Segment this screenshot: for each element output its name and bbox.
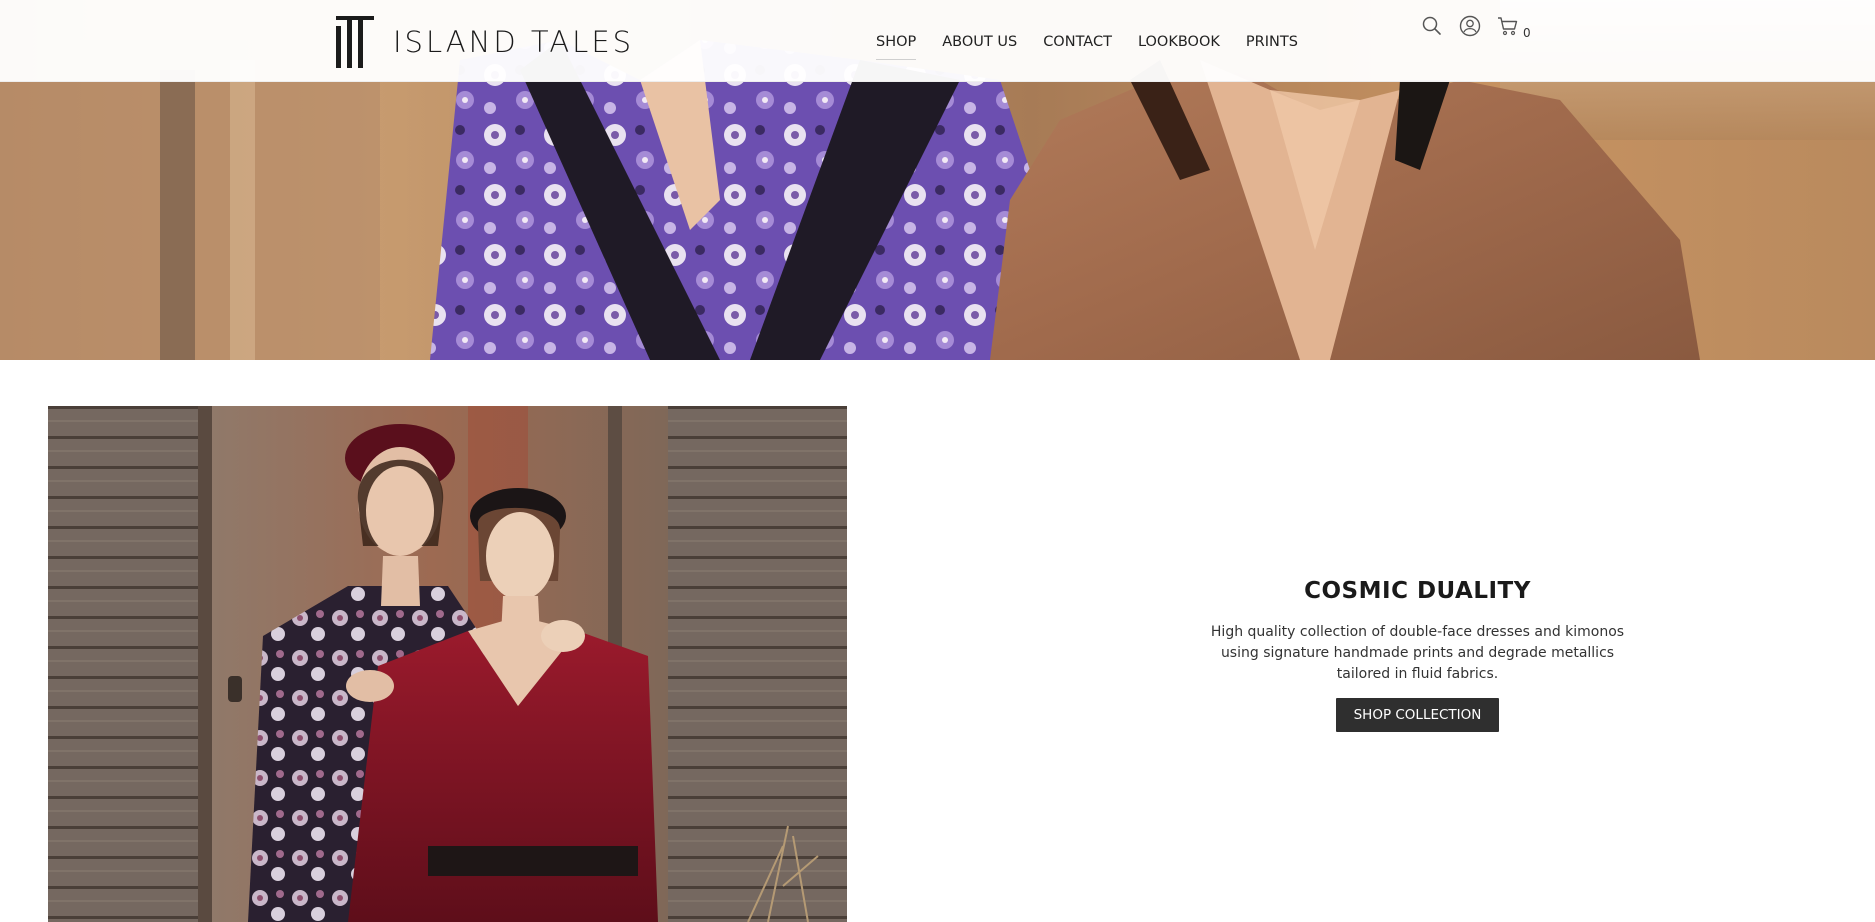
main-nav: SHOP ABOUT US CONTACT LOOKBOOK PRINTS — [876, 34, 1324, 60]
brand-logo[interactable]: ISLAND TALES — [336, 16, 634, 68]
cart-button[interactable]: 0 — [1496, 14, 1531, 40]
nav-item-shop[interactable]: SHOP — [876, 34, 917, 60]
collection-description-line: using signature handmade prints and degr… — [1220, 645, 1615, 661]
collection-description-line: High quality collection of double-face d… — [1210, 624, 1625, 640]
cart-icon — [1498, 17, 1518, 36]
user-icon[interactable] — [1458, 14, 1482, 38]
brand-name: ISLAND TALES — [393, 25, 635, 59]
collection-description-line: tailored in fluid fabrics. — [1336, 666, 1499, 682]
collection-title: COSMIC DUALITY — [1304, 578, 1531, 604]
shop-collection-button[interactable]: SHOP COLLECTION — [1335, 698, 1500, 732]
collection-photo — [48, 406, 847, 922]
nav-item-lookbook[interactable]: LOOKBOOK — [1138, 34, 1220, 60]
nav-item-contact[interactable]: CONTACT — [1043, 34, 1112, 60]
it-monogram-icon — [336, 16, 374, 68]
collection-image — [48, 406, 847, 922]
cart-count: 0 — [1523, 26, 1531, 40]
header-actions: 0 — [1420, 14, 1531, 40]
collection-description: High quality collection of double-face d… — [1180, 622, 1655, 685]
site-header: ISLAND TALES SHOP ABOUT US CONTACT LOOKB… — [0, 0, 1875, 82]
search-icon[interactable] — [1420, 14, 1444, 38]
nav-item-prints[interactable]: PRINTS — [1246, 34, 1298, 60]
collection-info: COSMIC DUALITY High quality collection o… — [1180, 578, 1655, 732]
nav-item-about-us[interactable]: ABOUT US — [942, 34, 1017, 60]
